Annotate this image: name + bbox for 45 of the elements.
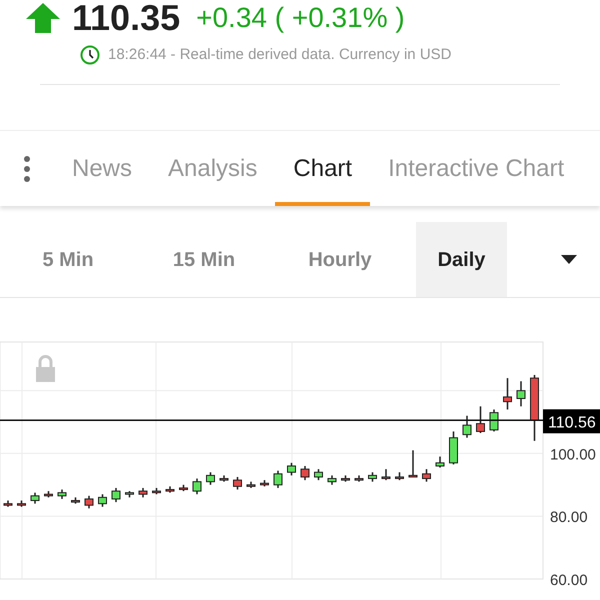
candle <box>382 469 390 480</box>
ref-line-label: 110.56 <box>548 414 596 432</box>
candle <box>30 492 40 504</box>
candle <box>368 472 377 482</box>
current-price-label: 110.56 <box>543 409 600 434</box>
caret-icon <box>560 255 576 264</box>
price: 110.35 <box>72 0 180 36</box>
lock-icon[interactable] <box>36 355 55 382</box>
candle <box>206 472 215 485</box>
timestamp: 18:26:44 - Real-time derived data. Currency in USD <box>108 45 452 65</box>
y-axis-label: 100.00 <box>550 446 596 464</box>
candle <box>462 416 472 438</box>
candle <box>287 462 296 476</box>
candle <box>436 456 444 468</box>
period-tab[interactable]: Daily <box>416 222 507 297</box>
candle <box>4 500 12 507</box>
candle <box>490 410 498 432</box>
candle <box>274 470 282 488</box>
candle <box>300 466 310 480</box>
candle <box>530 374 539 441</box>
candle <box>314 469 323 480</box>
price-change: +0.34 ( +0.31% ) <box>196 4 405 32</box>
candle <box>516 381 526 406</box>
candle <box>179 484 188 492</box>
candle <box>476 406 485 434</box>
candle <box>395 472 404 480</box>
period-tab[interactable]: Hourly <box>272 222 408 297</box>
tab[interactable]: Analysis <box>150 131 276 206</box>
tab[interactable]: Chart <box>275 131 370 206</box>
candle <box>84 496 94 508</box>
candle <box>233 476 242 490</box>
period-tab[interactable]: 5 Min <box>0 222 136 297</box>
candle <box>408 450 418 478</box>
candle <box>449 431 458 464</box>
candle <box>422 469 431 482</box>
candle <box>112 488 120 502</box>
y-axis-label: 60.00 <box>550 572 588 589</box>
candle <box>503 378 512 410</box>
y-axis-label: 80.00 <box>550 509 588 526</box>
period-tab[interactable]: 15 Min <box>136 222 272 297</box>
tab[interactable]: News <box>54 131 150 206</box>
candle <box>98 494 107 507</box>
candle <box>192 478 202 494</box>
tab[interactable]: Interactive Chart <box>370 131 582 206</box>
clock-icon <box>80 45 100 66</box>
